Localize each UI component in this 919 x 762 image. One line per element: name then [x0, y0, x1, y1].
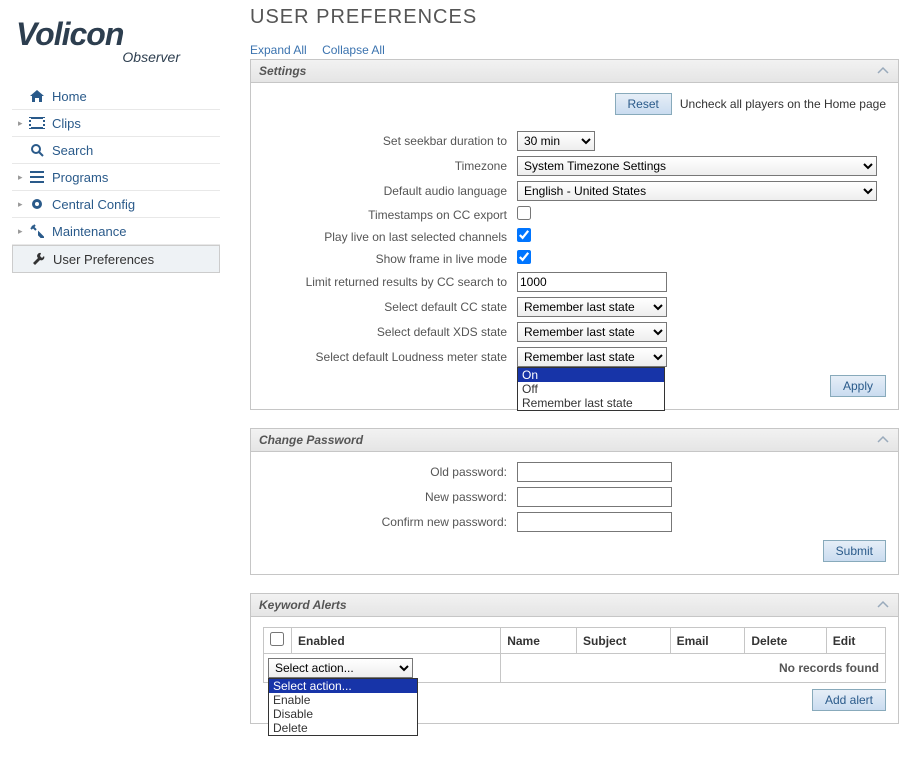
select-all-checkbox[interactable] — [270, 632, 284, 646]
sidebar-item-label: Search — [52, 143, 214, 158]
sidebar-item-search[interactable]: Search — [12, 137, 220, 164]
reset-button[interactable]: Reset — [615, 93, 672, 115]
bulk-action-dropdown-open: Select action... Enable Disable Delete — [268, 678, 418, 736]
action-option-enable[interactable]: Enable — [269, 693, 417, 707]
panel-title: Keyword Alerts — [259, 598, 876, 612]
settings-panel: Settings Reset Uncheck all players on th… — [250, 59, 899, 410]
expand-collapse-tools: Expand All Collapse All — [250, 43, 899, 57]
col-email: Email — [670, 628, 745, 654]
new-password-input[interactable] — [517, 487, 672, 507]
collapse-all-link[interactable]: Collapse All — [322, 43, 385, 57]
limit-label: Limit returned results by CC search to — [263, 275, 517, 289]
main-content: USER PREFERENCES Expand All Collapse All… — [220, 0, 919, 762]
settings-panel-header[interactable]: Settings — [250, 59, 899, 83]
sidebar-item-label: Home — [52, 89, 214, 104]
confirm-password-input[interactable] — [517, 512, 672, 532]
col-name: Name — [501, 628, 577, 654]
timezone-label: Timezone — [263, 159, 517, 173]
panel-title: Settings — [259, 64, 876, 78]
home-icon — [28, 88, 46, 104]
chevron-right-icon: ▸ — [18, 226, 26, 237]
cc-label: Select default CC state — [263, 300, 517, 314]
seekbar-select[interactable]: 30 min — [517, 131, 595, 151]
sidebar-item-home[interactable]: Home — [12, 83, 220, 110]
keyword-alerts-header[interactable]: Keyword Alerts — [250, 593, 899, 617]
action-option-delete[interactable]: Delete — [269, 721, 417, 735]
sidebar-item-label: Maintenance — [52, 224, 214, 239]
chevron-right-icon: ▸ — [18, 199, 26, 210]
list-icon — [28, 169, 46, 185]
limit-input[interactable] — [517, 272, 667, 292]
new-password-label: New password: — [263, 490, 517, 504]
seekbar-label: Set seekbar duration to — [263, 134, 517, 148]
panel-title: Change Password — [259, 433, 876, 447]
collapse-icon — [876, 600, 890, 610]
timezone-select[interactable]: System Timezone Settings — [517, 156, 877, 176]
confirm-password-label: Confirm new password: — [263, 515, 517, 529]
add-alert-button[interactable]: Add alert — [812, 689, 886, 711]
sidebar-item-user-preferences[interactable]: User Preferences — [12, 245, 220, 273]
old-password-label: Old password: — [263, 465, 517, 479]
gear-icon — [28, 196, 46, 212]
film-icon — [28, 115, 46, 131]
col-subject: Subject — [577, 628, 671, 654]
sidebar-item-label: Central Config — [52, 197, 214, 212]
sidebar: Volicon Observer Home ▸ Clips Search ▸ P… — [0, 0, 220, 762]
timestamps-label: Timestamps on CC export — [263, 208, 517, 222]
no-records-text: No records found — [501, 654, 886, 683]
submit-button[interactable]: Submit — [823, 540, 886, 562]
cc-select[interactable]: Remember last state — [517, 297, 667, 317]
audio-label: Default audio language — [263, 184, 517, 198]
xds-label: Select default XDS state — [263, 325, 517, 339]
keyword-alerts-panel: Keyword Alerts Enabled Name Subject Emai… — [250, 593, 899, 724]
bulk-action-select[interactable]: Select action... — [268, 658, 413, 678]
change-password-panel: Change Password Old password: New passwo… — [250, 428, 899, 575]
sidebar-item-central-config[interactable]: ▸ Central Config — [12, 191, 220, 218]
chevron-right-icon: ▸ — [18, 118, 26, 129]
apply-button[interactable]: Apply — [830, 375, 886, 397]
loudness-label: Select default Loudness meter state — [263, 350, 517, 364]
logo: Volicon Observer — [16, 16, 220, 65]
sidebar-item-maintenance[interactable]: ▸ Maintenance — [12, 218, 220, 245]
col-edit: Edit — [826, 628, 885, 654]
loudness-option-off[interactable]: Off — [518, 382, 664, 396]
expand-all-link[interactable]: Expand All — [250, 43, 307, 57]
action-option-placeholder[interactable]: Select action... — [269, 679, 417, 693]
audio-select[interactable]: English - United States — [517, 181, 877, 201]
old-password-input[interactable] — [517, 462, 672, 482]
change-password-header[interactable]: Change Password — [250, 428, 899, 452]
col-delete: Delete — [745, 628, 826, 654]
sidebar-item-label: Programs — [52, 170, 214, 185]
action-option-disable[interactable]: Disable — [269, 707, 417, 721]
reset-hint-text: Uncheck all players on the Home page — [680, 97, 886, 111]
loudness-option-on[interactable]: On — [518, 368, 664, 382]
col-enabled: Enabled — [292, 628, 501, 654]
timestamps-checkbox[interactable] — [517, 206, 531, 220]
playlive-checkbox[interactable] — [517, 228, 531, 242]
frame-checkbox[interactable] — [517, 250, 531, 264]
loudness-select[interactable]: Remember last state — [517, 347, 667, 367]
xds-select[interactable]: Remember last state — [517, 322, 667, 342]
loudness-dropdown-open: On Off Remember last state — [517, 367, 665, 411]
sidebar-item-label: User Preferences — [53, 252, 213, 267]
search-icon — [28, 142, 46, 158]
sidebar-item-programs[interactable]: ▸ Programs — [12, 164, 220, 191]
collapse-icon — [876, 435, 890, 445]
frame-label: Show frame in live mode — [263, 252, 517, 266]
loudness-option-remember[interactable]: Remember last state — [518, 396, 664, 410]
wrench-icon — [29, 251, 47, 267]
collapse-icon — [876, 66, 890, 76]
tools-icon — [28, 223, 46, 239]
chevron-right-icon: ▸ — [18, 172, 26, 183]
sidebar-item-label: Clips — [52, 116, 214, 131]
playlive-label: Play live on last selected channels — [263, 230, 517, 244]
page-title: USER PREFERENCES — [250, 6, 899, 29]
logo-text: Volicon — [16, 16, 220, 53]
sidebar-item-clips[interactable]: ▸ Clips — [12, 110, 220, 137]
keyword-alerts-table: Enabled Name Subject Email Delete Edit — [263, 627, 886, 683]
